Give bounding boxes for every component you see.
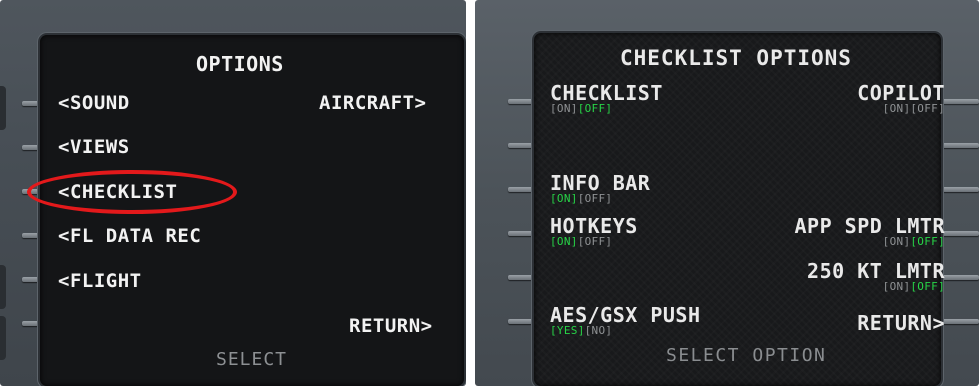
checklist-mcdu-panel: CHECKLIST OPTIONS CHECKLIST [ON][OFF] CO… bbox=[475, 0, 979, 386]
lsk-left-3[interactable] bbox=[508, 187, 534, 192]
aes-gsx-push-toggle[interactable]: [YES][NO] bbox=[550, 324, 612, 337]
lsk-right-6[interactable] bbox=[941, 319, 979, 324]
lsk-left-4[interactable] bbox=[508, 231, 534, 236]
lsk-left-5[interactable] bbox=[22, 277, 40, 282]
lsk-left-2[interactable] bbox=[22, 145, 40, 150]
options-mcdu-panel: OPTIONS <SOUND AIRCRAFT> <VIEWS <CHECKLI… bbox=[0, 0, 466, 386]
footer-select-option: SELECT OPTION bbox=[666, 345, 827, 366]
bezel-tab bbox=[0, 86, 6, 130]
menu-flight[interactable]: <FLIGHT bbox=[58, 270, 142, 292]
option-off: [OFF] bbox=[910, 102, 945, 115]
lsk-right-4[interactable] bbox=[941, 231, 979, 236]
highlight-ellipse bbox=[27, 170, 237, 214]
option-on: [ON] bbox=[550, 235, 578, 248]
hotkeys-toggle[interactable]: [ON][OFF] bbox=[550, 235, 612, 248]
option-on: [ON] bbox=[550, 102, 578, 115]
lsk-left-1[interactable] bbox=[22, 101, 40, 106]
menu-sound[interactable]: <SOUND bbox=[58, 92, 130, 114]
lsk-right-3[interactable] bbox=[941, 187, 979, 192]
lsk-right-5[interactable] bbox=[941, 275, 979, 280]
option-on: [ON] bbox=[882, 280, 911, 293]
page-title: CHECKLIST OPTIONS bbox=[620, 46, 852, 70]
info-bar-toggle[interactable]: [ON][OFF] bbox=[550, 192, 612, 205]
app-spd-lmtr-toggle[interactable]: [ON][OFF] bbox=[883, 235, 945, 248]
return-button[interactable]: RETURN> bbox=[857, 311, 945, 335]
option-off: [OFF] bbox=[577, 235, 613, 248]
option-off: [OFF] bbox=[910, 235, 945, 248]
lsk-left-1[interactable] bbox=[508, 99, 534, 104]
lsk-left-5[interactable] bbox=[508, 275, 534, 280]
option-on: [ON] bbox=[882, 235, 911, 248]
lsk-left-6[interactable] bbox=[22, 321, 40, 326]
copilot-toggle[interactable]: [ON][OFF] bbox=[883, 102, 945, 115]
option-yes: [YES] bbox=[550, 324, 585, 337]
menu-views[interactable]: <VIEWS bbox=[58, 136, 130, 158]
bezel-tab bbox=[0, 316, 6, 360]
250-kt-lmtr-toggle[interactable]: [ON][OFF] bbox=[883, 280, 945, 293]
lsk-left-2[interactable] bbox=[508, 143, 534, 148]
checklist-toggle[interactable]: [ON][OFF] bbox=[550, 102, 612, 115]
menu-return[interactable]: RETURN> bbox=[349, 315, 433, 337]
option-on: [ON] bbox=[550, 192, 578, 205]
lsk-right-2[interactable] bbox=[941, 143, 979, 148]
option-off: [OFF] bbox=[577, 192, 613, 205]
footer-select: SELECT bbox=[216, 349, 288, 370]
lsk-left-4[interactable] bbox=[22, 233, 40, 238]
option-off: [OFF] bbox=[577, 102, 613, 115]
menu-fl-data-rec[interactable]: <FL DATA REC bbox=[58, 225, 201, 247]
option-no: [NO] bbox=[584, 324, 613, 337]
menu-aircraft[interactable]: AIRCRAFT> bbox=[319, 92, 426, 114]
option-on: [ON] bbox=[882, 102, 911, 115]
page-title: OPTIONS bbox=[196, 52, 284, 76]
lsk-left-6[interactable] bbox=[508, 319, 534, 324]
option-off: [OFF] bbox=[910, 280, 945, 293]
lsk-right-1[interactable] bbox=[941, 99, 979, 104]
bezel-tab bbox=[0, 265, 6, 309]
